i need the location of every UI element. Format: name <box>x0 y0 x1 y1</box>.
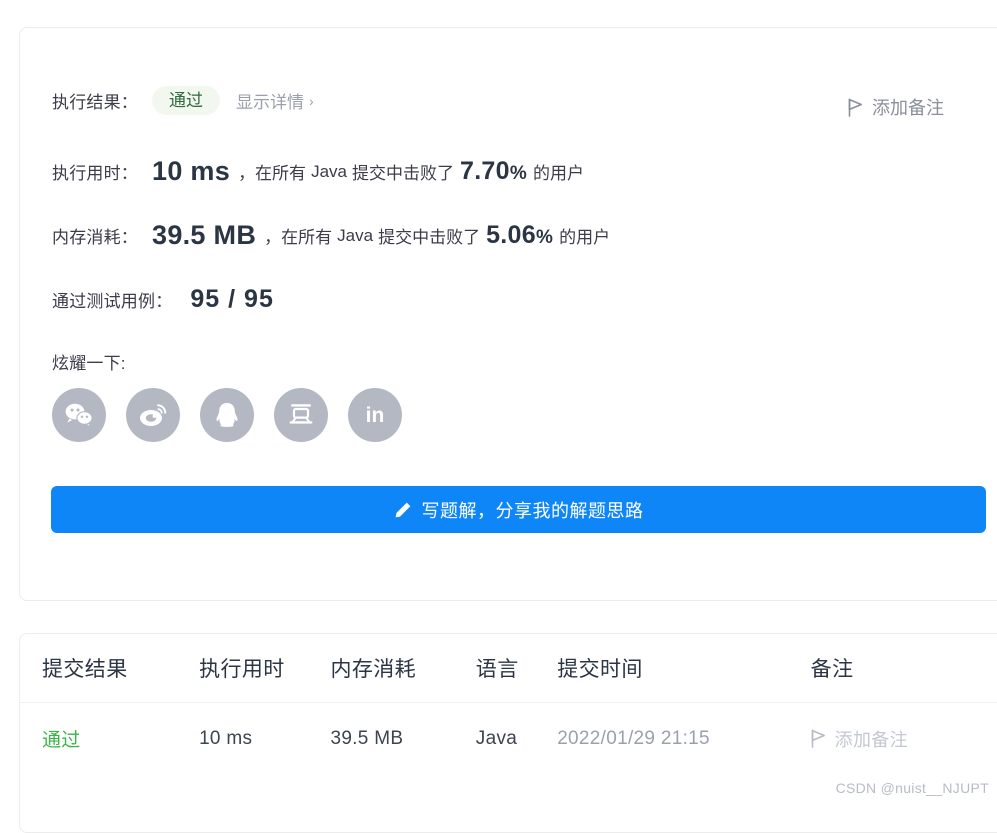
column-header-verdict[interactable]: 提交结果 <box>20 634 199 703</box>
memory-language: Java <box>337 225 374 245</box>
runtime-language: Java <box>311 161 347 181</box>
column-header-note[interactable]: 备注 <box>811 634 997 703</box>
share-row: 炫耀一下: <box>52 349 126 374</box>
chevron-right-icon: › <box>309 92 314 109</box>
linkedin-glyph: in <box>365 403 385 427</box>
add-note-button-row[interactable]: 添加备注 <box>811 726 997 752</box>
status-badge: 通过 <box>152 86 220 115</box>
memory-suffix: 的用户 <box>559 228 611 247</box>
column-header-language[interactable]: 语言 <box>476 634 557 703</box>
table-row[interactable]: 通过 10 ms 39.5 MB Java 2022/01/29 21:15 添… <box>20 702 997 774</box>
execution-result-card: 执行结果： 通过 显示详情 › 添加备注 执行用时： 10 ms ，在所有 Ja… <box>19 27 997 601</box>
add-note-button[interactable]: 添加备注 <box>848 94 944 120</box>
watermark: CSDN @nuist__NJUPT <box>835 780 989 796</box>
testcases-label: 通过测试用例： <box>52 292 173 311</box>
column-header-memory[interactable]: 内存消耗 <box>330 634 475 703</box>
qq-share-icon[interactable] <box>200 388 254 442</box>
runtime-suffix: 的用户 <box>533 164 585 183</box>
runtime-row: 执行用时： 10 ms ，在所有 Java 提交中击败了 7.70% 的用户 <box>52 156 584 187</box>
share-icon-list: in <box>52 388 402 442</box>
runtime-label: 执行用时： <box>52 164 138 183</box>
submissions-card: 提交结果 执行用时 内存消耗 语言 提交时间 备注 通过 10 ms 39.5 … <box>19 633 997 833</box>
memory-value: 39.5 MB <box>152 220 257 250</box>
execution-result-row: 执行结果： 通过 显示详情 › <box>52 86 314 115</box>
submissions-table: 提交结果 执行用时 内存消耗 语言 提交时间 备注 通过 10 ms 39.5 … <box>20 634 997 774</box>
testcases-value: 95 / 95 <box>190 285 274 313</box>
wechat-share-icon[interactable] <box>52 388 106 442</box>
add-note-row-label: 添加备注 <box>834 729 908 750</box>
runtime-percent: 7.70% <box>459 157 528 185</box>
table-header-row: 提交结果 执行用时 内存消耗 语言 提交时间 备注 <box>20 634 997 703</box>
show-details-label: 显示详情 <box>236 93 304 112</box>
cell-submitted: 2022/01/29 21:15 <box>557 702 811 774</box>
write-solution-button[interactable]: 写题解，分享我的解题思路 <box>51 486 986 533</box>
add-note-label: 添加备注 <box>872 98 944 118</box>
memory-row: 内存消耗： 39.5 MB ，在所有 Java 提交中击败了 5.06% 的用户 <box>52 220 610 251</box>
execution-result-label: 执行结果： <box>52 93 138 112</box>
memory-percent: 5.06% <box>486 221 554 249</box>
flag-icon <box>811 729 826 748</box>
cell-memory: 39.5 MB <box>330 702 476 774</box>
testcases-row: 通过测试用例： 95 / 95 <box>52 285 274 314</box>
cell-language: Java <box>475 702 558 774</box>
column-header-submitted[interactable]: 提交时间 <box>557 634 810 703</box>
memory-label: 内存消耗： <box>52 228 138 247</box>
show-details-link[interactable]: 显示详情 › <box>236 88 314 113</box>
cell-note[interactable]: 添加备注 <box>810 702 997 774</box>
pencil-icon <box>394 501 412 519</box>
flag-icon <box>848 98 863 117</box>
memory-separator: ，在所有 <box>264 228 333 247</box>
memory-beats-prefix: 提交中击败了 <box>378 228 481 247</box>
linkedin-share-icon[interactable]: in <box>348 388 402 442</box>
weibo-share-icon[interactable] <box>126 388 180 442</box>
column-header-runtime[interactable]: 执行用时 <box>199 634 330 703</box>
runtime-separator: ，在所有 <box>238 164 307 183</box>
cell-verdict[interactable]: 通过 <box>20 702 200 774</box>
runtime-value: 10 ms <box>152 156 231 186</box>
douban-share-icon[interactable] <box>274 388 328 442</box>
write-solution-label: 写题解，分享我的解题思路 <box>421 500 644 521</box>
runtime-beats-prefix: 提交中击败了 <box>351 164 454 183</box>
share-label: 炫耀一下: <box>52 354 126 373</box>
cell-runtime: 10 ms <box>199 702 331 774</box>
